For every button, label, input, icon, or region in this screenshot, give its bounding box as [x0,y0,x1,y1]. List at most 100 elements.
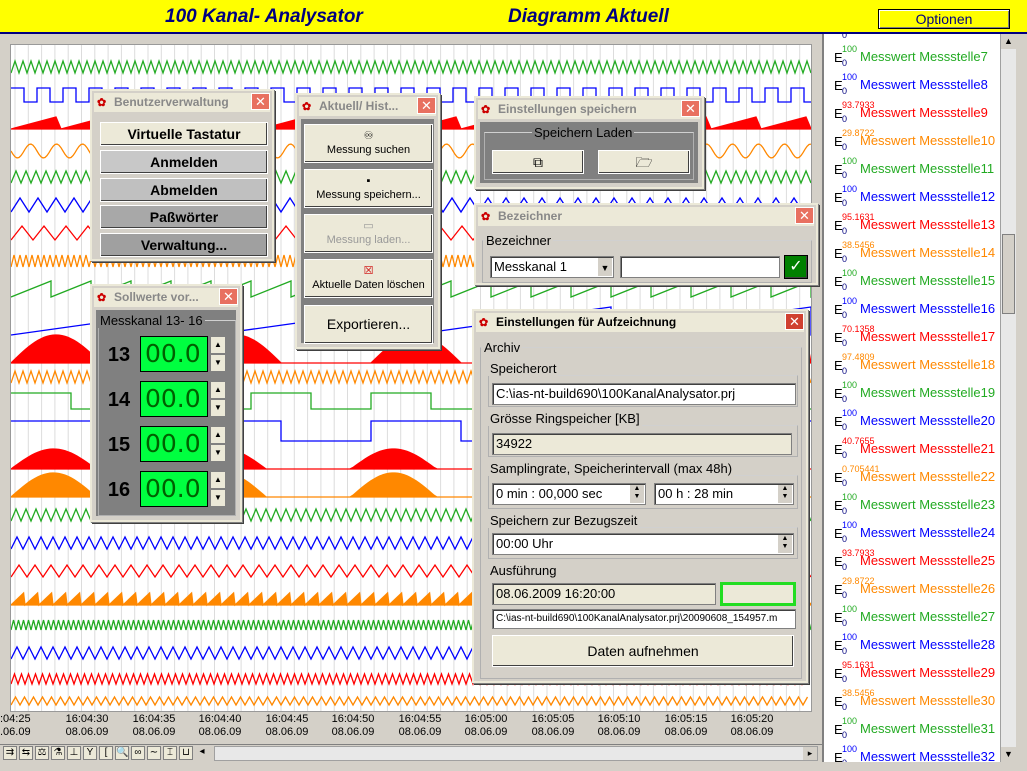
delete-current-data-button[interactable]: ☒ Aktuelle Daten löschen [304,259,433,298]
legend-item[interactable]: E 100 0 Messwert Messstelle16 [824,296,1000,322]
setpoint-input[interactable]: 00.0 [140,426,208,462]
channel-max: 100 [842,408,858,418]
export-button[interactable]: Exportieren... [304,305,433,344]
scroll-left-icon[interactable]: ◂ [195,746,209,760]
storage-interval-input[interactable]: 00 h : 28 min ▲ ▼ [654,483,794,505]
scroll-down-icon[interactable]: ▼ [1001,747,1016,762]
tick-time: 16:04:50 [331,713,375,725]
search-measurement-button[interactable]: ♾ Messung suchen [304,124,433,163]
legend-item[interactable]: E 95.1631 0 Messwert Messstelle29 [824,660,1000,686]
legend-item[interactable]: E 38.5456 0 Messwert Messstelle14 [824,240,1000,266]
check-icon[interactable]: ✓ [784,255,808,279]
close-icon[interactable]: ✕ [681,100,700,117]
close-icon[interactable]: ✕ [251,93,270,110]
spinner-icon[interactable]: ▲ ▼ [778,485,792,503]
channel-label: Messwert Messstelle32 [860,749,996,762]
close-icon[interactable]: ✕ [785,313,804,330]
channel-label: Messwert Messstelle14 [860,245,996,260]
legend-item[interactable]: E 100 0 Messwert Messstelle19 [824,380,1000,406]
legend-item[interactable]: E 100 0 Messwert Messstelle8 [824,72,1000,98]
virtual-keyboard-button[interactable]: Virtuelle Tastatur [100,122,268,146]
legend-item[interactable]: E 100 0 Messwert Messstelle11 [824,156,1000,182]
double-magnifier-icon[interactable]: ∞ [131,746,145,760]
spinner-icon[interactable]: ▲ ▼ [630,485,644,503]
decrement-icon[interactable]: ▼ [210,489,226,507]
legend-item[interactable]: E 38.5456 0 Messwert Messstelle30 [824,688,1000,714]
reference-time-input[interactable]: 00:00 Uhr ▲ ▼ [492,533,794,555]
legend-item[interactable]: E 100 0 Messwert Messstelle20 [824,408,1000,434]
zoom-x-icon[interactable]: ⇉ [3,746,17,760]
vertical-scrollbar[interactable]: ▲ ▼ [1000,34,1016,762]
legend-item[interactable]: E 100 0 Messwert Messstelle27 [824,604,1000,630]
legend-item[interactable]: E 100 0 Messwert Messstelle31 [824,716,1000,742]
floppy-icon: ▪ [366,175,371,187]
save-settings-button[interactable]: ⧉ [492,150,584,174]
magnifier-icon[interactable]: 🔍 [115,746,129,760]
legend-item[interactable]: E1000Messwert Messstelle32 [824,744,1000,762]
channel-select[interactable]: Messkanal 1 ▼ [490,256,614,278]
legend-item[interactable]: E0.7054410Messwert Messstelle6 [824,34,1000,42]
legend-item[interactable]: E 70.1358 0 Messwert Messstelle17 [824,324,1000,350]
legend-item[interactable]: E 40.7655 0 Messwert Messstelle21 [824,436,1000,462]
legend-item[interactable]: E 95.1631 0 Messwert Messstelle13 [824,212,1000,238]
legend-item[interactable]: E 100 0 Messwert Messstelle24 [824,520,1000,546]
increment-icon[interactable]: ▲ [210,336,226,354]
spinner-icon[interactable]: ▲ ▼ [778,535,792,553]
sampling-rate-input[interactable]: 0 min : 00,000 sec ▲ ▼ [492,483,646,505]
scroll-right-icon[interactable]: ▸ [803,747,817,760]
save-measurement-button[interactable]: ▪ Messung speichern... [304,169,433,208]
increment-icon[interactable]: ▲ [210,426,226,444]
decrement-icon[interactable]: ▼ [210,354,226,372]
cursor-icon[interactable]: ⊥ [67,746,81,760]
horizontal-scrollbar[interactable]: ▸ [214,746,818,761]
tick-time: 16:04:35 [132,713,176,725]
load-measurement-button[interactable]: ▭ Messung laden... [304,214,433,253]
legend-item[interactable]: E 29.8722 0 Messwert Messstelle10 [824,128,1000,154]
decrement-icon[interactable]: ▼ [210,444,226,462]
increment-icon[interactable]: ▲ [210,471,226,489]
grid-icon[interactable]: ⌶ [163,746,177,760]
time-tick: 16:04:30 08.06.09 [57,713,117,739]
legend-item[interactable]: E 100 0 Messwert Messstelle28 [824,632,1000,658]
setpoint-input[interactable]: 00.0 [140,471,208,507]
legend-item[interactable]: E 93.7933 0 Messwert Messstelle25 [824,548,1000,574]
legend-item[interactable]: E 29.8722 0 Messwert Messstelle26 [824,576,1000,602]
administration-button[interactable]: Verwaltung... [100,233,268,257]
scroll-up-icon[interactable]: ▲ [1001,34,1016,49]
y-axis-icon[interactable]: Y [83,746,97,760]
legend-item[interactable]: E 100 0 Messwert Messstelle23 [824,492,1000,518]
storage-path-input[interactable]: C:\ias-nt-build690\100KanalAnalysator.pr… [492,383,796,405]
time-tick: 16:05:15 08.06.09 [656,713,716,739]
wave-icon[interactable]: ∼ [147,746,161,760]
channel-max: 100 [842,492,858,502]
channel-label: Messwert Messstelle27 [860,609,996,624]
decrement-icon[interactable]: ▼ [210,399,226,417]
legend-item[interactable]: E 100 0 Messwert Messstelle12 [824,184,1000,210]
close-icon[interactable]: ✕ [219,288,238,305]
close-icon[interactable]: ✕ [417,97,436,114]
marker-icon[interactable]: ⊔ [179,746,193,760]
load-settings-button[interactable]: 🗁 [598,150,690,174]
passwords-button[interactable]: Paßwörter [100,205,268,229]
logout-button[interactable]: Abmelden [100,178,268,202]
legend-item[interactable]: E 100 0 Messwert Messstelle15 [824,268,1000,294]
scale-icon[interactable]: ⚖ [35,746,49,760]
scale-y-icon[interactable]: ⚗ [51,746,65,760]
increment-icon[interactable]: ▲ [210,381,226,399]
setpoint-input[interactable]: 00.0 [140,381,208,417]
record-data-button[interactable]: Daten aufnehmen [492,635,794,667]
legend-item[interactable]: E 93.7933 0 Messwert Messstelle9 [824,100,1000,126]
options-button[interactable]: Optionen [878,9,1010,29]
login-button[interactable]: Anmelden [100,150,268,174]
execution-label: Ausführung [488,563,559,578]
window-title: ✿ Einstellungen für Aufzeichnung [476,313,804,332]
scroll-thumb[interactable] [1002,234,1015,314]
legend-item[interactable]: E 97.4809 0 Messwert Messstelle18 [824,352,1000,378]
zoom-xy-icon[interactable]: ⇆ [19,746,33,760]
legend-item[interactable]: E 0.705441 0 Messwert Messstelle22 [824,464,1000,490]
setpoint-input[interactable]: 00.0 [140,336,208,372]
close-icon[interactable]: ✕ [795,207,814,224]
bracket-icon[interactable]: [ [99,746,113,760]
label-input[interactable] [620,256,780,278]
legend-item[interactable]: E 100 0 Messwert Messstelle7 [824,44,1000,70]
